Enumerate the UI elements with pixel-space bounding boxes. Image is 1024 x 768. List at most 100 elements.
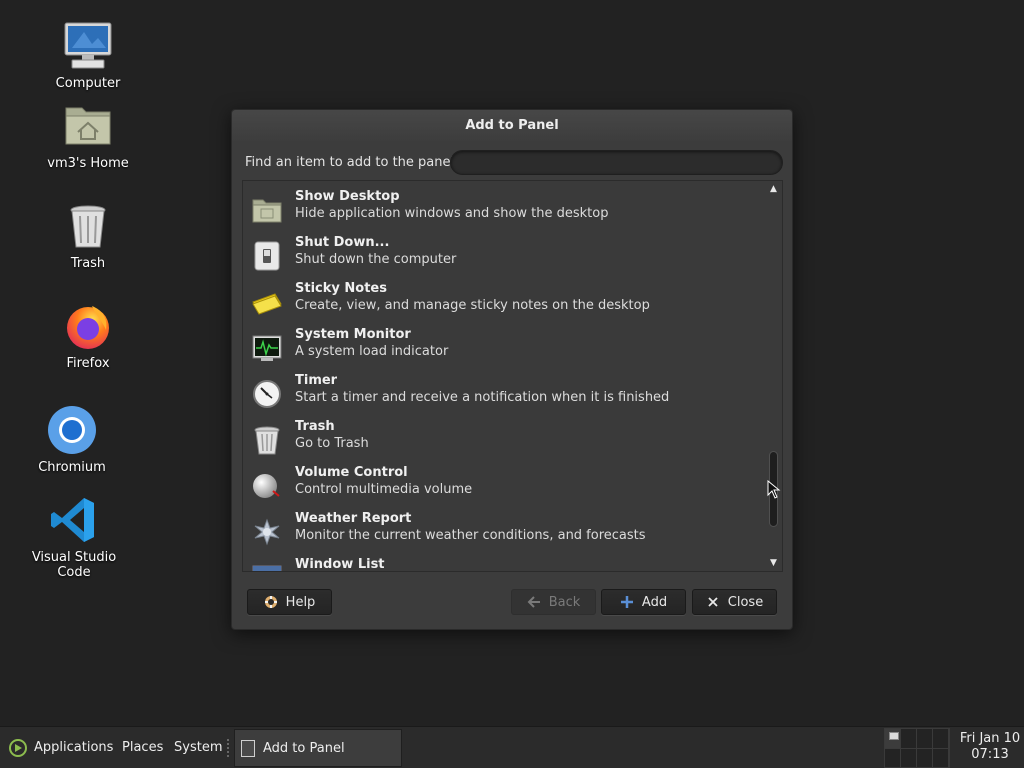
clock[interactable]: Fri Jan 10 07:13 [956,731,1024,763]
taskbar-window-label: Add to Panel [263,741,345,756]
scroll-down-arrow-icon[interactable]: ▼ [768,557,779,569]
system-menu[interactable]: System [174,740,222,755]
add-plus-icon [620,596,633,608]
help-lifebuoy-icon [264,596,277,608]
show-desktop-icon [252,199,282,223]
scrollbar-track[interactable] [769,197,778,555]
list-item-title: Shut Down... [295,235,390,250]
help-button[interactable]: Help [247,589,332,615]
bottom-panel: Applications Places System Add to Panel … [0,726,1024,768]
applications-menu[interactable]: Applications [34,740,113,755]
list-scrollbar[interactable]: ▲ ▼ [765,181,782,571]
desktop-icon-label: Computer [55,76,121,91]
list-item-desc: Hide application windows and show the de… [295,206,609,221]
weather-icon [254,518,280,546]
list-item-title: Timer [295,373,338,388]
list-item-title: Weather Report [295,511,412,526]
window-icon [241,740,255,757]
firefox-icon [67,306,109,349]
list-item-title: System Monitor [295,327,411,342]
workspace-7[interactable] [917,749,933,768]
clock-date: Fri Jan 10 [959,731,1021,746]
desktop-icon-computer[interactable]: Computer [28,20,148,91]
list-item-desc: Start a timer and receive a notification… [295,390,670,405]
desktop-icon-label: Firefox [66,356,110,371]
desktop-icon-trash[interactable]: Trash [28,200,148,271]
list-item-desc: Go to Trash [295,436,369,451]
workspace-3[interactable] [917,729,933,749]
window-list-icon [252,565,282,571]
workspace-8[interactable] [933,749,949,768]
list-item[interactable]: Weather Report Monitor the current weath… [243,508,765,554]
dialog-title: Add to Panel [465,118,559,133]
places-menu[interactable]: Places [122,740,163,755]
list-item-title: Sticky Notes [295,281,387,296]
clock-time: 07:13 [971,747,1009,762]
search-input[interactable] [450,150,783,175]
list-item[interactable]: Trash Go to Trash [243,416,765,462]
dialog-titlebar[interactable]: Add to Panel [232,110,792,141]
applications-menu-icon [9,739,27,757]
sticky-notes-icon [252,293,282,315]
close-button[interactable]: Close [692,589,777,615]
list-item-title: Trash [295,419,335,434]
home-folder-icon [65,107,111,145]
workspace-switcher[interactable] [884,728,950,768]
list-item[interactable]: Timer Start a timer and receive a notifi… [243,370,765,416]
list-item[interactable]: Show Desktop Hide application windows an… [243,186,765,232]
back-arrow-icon [527,596,540,608]
list-item-title: Show Desktop [295,189,400,204]
system-monitor-icon [252,335,282,361]
list-item-desc: Control multimedia volume [295,482,473,497]
desktop-icon-label: Trash [70,256,106,271]
vscode-icon [51,498,94,542]
list-item[interactable]: Sticky Notes Create, view, and manage st… [243,278,765,324]
list-item[interactable]: Shut Down... Shut down the computer [243,232,765,278]
close-x-icon [708,597,718,607]
computer-icon [64,22,112,69]
list-item[interactable]: System Monitor A system load indicator [243,324,765,370]
add-button[interactable]: Add [601,589,686,615]
list-item[interactable]: Window List [243,554,765,572]
workspace-6[interactable] [901,749,917,768]
desktop-icon-firefox[interactable]: Firefox [28,300,148,371]
list-item-title: Volume Control [295,465,408,480]
taskbar-window-add-to-panel[interactable]: Add to Panel [234,729,402,767]
list-item[interactable]: Volume Control Control multimedia volume [243,462,765,508]
add-to-panel-dialog: Add to Panel Find an item to add to the … [231,109,793,630]
shutdown-icon [254,241,280,271]
desktop-icon-label: vm3's Home [47,156,129,171]
workspace-1[interactable] [885,729,901,749]
desktop-icon-vscode[interactable]: Visual Studio Code [14,494,134,580]
applet-list: Show Desktop Hide application windows an… [242,180,783,572]
list-item-desc: Create, view, and manage sticky notes on… [295,298,650,313]
workspace-window-thumb [889,732,899,740]
help-button-label: Help [285,594,316,610]
back-button-label: Back [548,594,581,610]
list-item-desc: Shut down the computer [295,252,457,267]
add-button-label: Add [641,594,668,610]
desktop-icon-label: Visual Studio Code [31,550,117,580]
search-label: Find an item to add to the panel: [245,155,459,170]
list-item-desc: A system load indicator [295,344,449,359]
volume-icon [253,474,280,498]
chromium-icon [48,406,96,454]
workspace-4[interactable] [933,729,949,749]
scroll-up-arrow-icon[interactable]: ▲ [768,183,779,195]
timer-icon [253,380,281,408]
back-button[interactable]: Back [511,589,596,615]
trash-icon [254,426,280,455]
trash-icon [70,205,106,248]
applet-list-items: Show Desktop Hide application windows an… [243,186,765,572]
list-item-title: Window List [295,557,385,572]
taskbar-handle[interactable] [227,739,231,757]
desktop-icon-home[interactable]: vm3's Home [28,100,148,171]
close-button-label: Close [727,594,764,610]
desktop-icon-label: Chromium [38,460,106,475]
workspace-2[interactable] [901,729,917,749]
mouse-cursor-icon [767,480,781,499]
list-item-desc: Monitor the current weather conditions, … [295,528,646,543]
workspace-5[interactable] [885,749,901,768]
desktop-icon-chromium[interactable]: Chromium [12,404,132,475]
search-row: Find an item to add to the panel: [245,150,783,176]
